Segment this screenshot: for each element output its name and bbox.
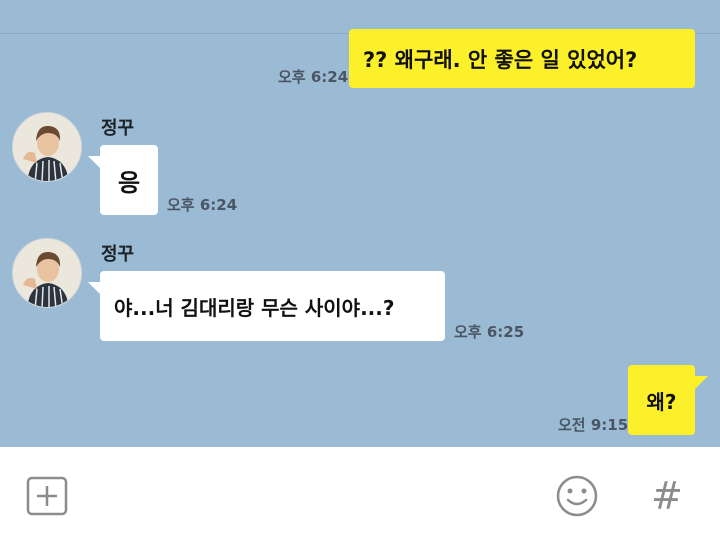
other-message-bubble[interactable]: 응 [100,145,158,215]
message-time: 오후 6:25 [454,323,525,341]
message-time: 오후 6:24 [278,68,349,86]
hashtag-icon: # [651,474,683,518]
my-message-bubble[interactable]: 왜? [628,365,695,435]
message-time: 오전 9:15 [558,416,629,434]
smiley-icon [556,475,598,517]
profile-photo-icon [13,239,81,307]
message-time: 오후 6:24 [167,196,238,214]
emoji-button[interactable] [554,473,600,519]
chat-area[interactable]: 오후 6:24 ?? 왜구래. 안 좋은 일 있었어? 정꾸 응 오후 6:24… [0,0,720,447]
message-text: 왜? [646,389,677,414]
message-text: 야...너 김대리랑 무슨 사이야...? [114,295,395,320]
bubble-tail [694,376,708,390]
plus-square-icon [26,476,68,516]
profile-photo-icon [13,113,81,181]
sender-name: 정꾸 [101,244,135,265]
avatar[interactable] [12,238,82,308]
message-text: 응 [117,168,141,197]
avatar[interactable] [12,112,82,182]
sender-name: 정꾸 [101,118,135,139]
other-message-bubble[interactable]: 야...너 김대리랑 무슨 사이야...? [100,271,445,341]
hashtag-button[interactable]: # [644,473,690,519]
message-text: ?? 왜구래. 안 좋은 일 있었어? [363,47,638,72]
my-message-bubble[interactable]: ?? 왜구래. 안 좋은 일 있었어? [349,29,695,88]
input-bar: # [0,447,720,540]
add-button[interactable] [24,475,70,517]
